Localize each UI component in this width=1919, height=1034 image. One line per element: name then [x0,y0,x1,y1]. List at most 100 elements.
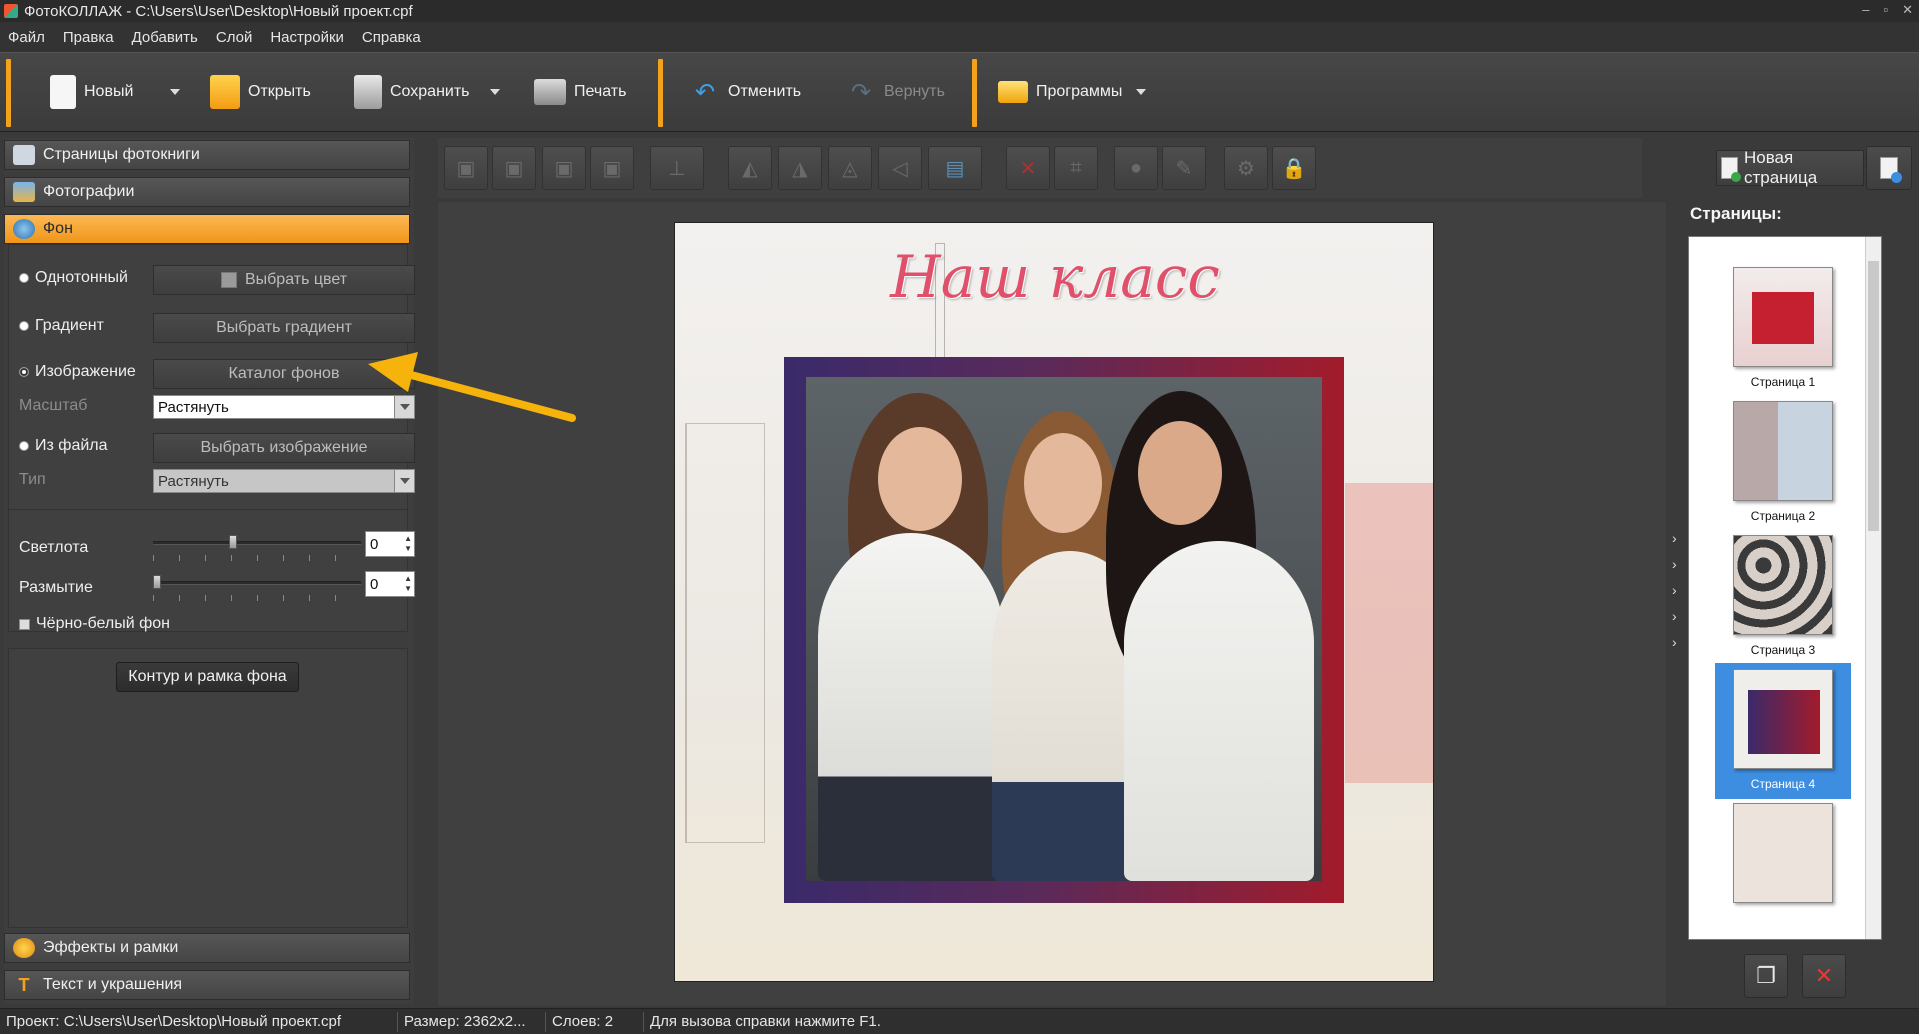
duplicate-page-button[interactable]: ❐ [1744,954,1788,998]
delete-page-button[interactable]: ✕ [1802,954,1846,998]
from-file-radio[interactable] [19,441,29,451]
chevron-down-icon[interactable] [394,470,414,492]
brightness-slider[interactable] [153,541,361,545]
choose-image-button[interactable]: Выбрать изображение [153,433,415,463]
open-button-label: Открыть [248,83,311,100]
save-button[interactable]: Сохранить [354,67,470,117]
photo-frame[interactable] [784,357,1344,903]
lock-icon[interactable]: 🔒 [1272,146,1316,190]
pages-list[interactable]: Страница 1 Страница 2 Страница 3 Страниц… [1688,236,1882,940]
menu-layer[interactable]: Слой [216,29,252,46]
person-left [818,533,1004,881]
new-dropdown-arrow[interactable] [170,89,180,95]
scale-select[interactable]: Растянуть [153,395,415,419]
new-page-button[interactable]: Новая страница [1716,148,1864,187]
solid-option[interactable]: Однотонный [19,269,128,287]
page-label: Страница 4 [1750,777,1816,791]
page-thumbnail-2[interactable]: Страница 2 [1715,395,1851,531]
scrollbar-thumb[interactable] [1868,261,1879,531]
chevron-right-icon[interactable]: › [1672,530,1677,546]
page-settings-icon [1880,157,1902,183]
chevron-right-icon[interactable]: › [1672,556,1677,572]
settings-gear-icon[interactable]: ⚙ [1224,146,1268,190]
spin-arrows-icon[interactable]: ▲ ▼ [404,574,412,594]
contour-frame-button[interactable]: Контур и рамка фона [116,662,299,692]
crop-icon[interactable]: ⌗ [1054,146,1098,190]
choose-color-button[interactable]: Выбрать цвет [153,265,415,295]
print-button[interactable]: Печать [534,67,626,117]
page-title-text[interactable]: Наш класс [675,243,1433,311]
minimize-icon[interactable]: – [1862,2,1869,18]
collage-page[interactable]: Наш класс [674,222,1434,982]
section-photos[interactable]: Фотографии [4,177,410,207]
blur-spinbox[interactable]: 0 ▲ ▼ [365,571,415,597]
page-settings-button[interactable] [1866,146,1912,190]
redo-button[interactable]: ↷ Вернуть [846,67,945,117]
close-icon[interactable]: ✕ [1902,2,1913,18]
type-select[interactable]: Растянуть [153,469,415,493]
page-thumbnail-5[interactable] [1715,797,1851,933]
image-option[interactable]: Изображение [19,363,136,381]
send-backward-icon[interactable]: ▣ [542,146,586,190]
background-image-icon[interactable]: ▤ [928,146,982,190]
pages-scrollbar[interactable] [1865,237,1881,939]
spin-arrows-icon[interactable]: ▲ ▼ [404,534,412,554]
color-palette-icon[interactable]: ● [1114,146,1158,190]
choose-gradient-button[interactable]: Выбрать градиент [153,313,415,343]
menu-edit[interactable]: Правка [63,29,114,46]
open-button[interactable]: Открыть [210,67,311,117]
gradient-radio[interactable] [19,321,29,331]
page-thumbnail-3[interactable]: Страница 3 [1715,529,1851,665]
solid-label: Однотонный [35,269,128,286]
app-icon [4,4,18,18]
background-catalog-button[interactable]: Каталог фонов [153,359,415,389]
section-text[interactable]: T Текст и украшения [4,970,410,1000]
chevron-right-icon[interactable]: › [1672,582,1677,598]
from-file-option[interactable]: Из файла [19,437,108,455]
undo-button[interactable]: ↶ Отменить [690,67,801,117]
brightness-spinbox[interactable]: 0 ▲ ▼ [365,531,415,557]
page-thumbnail-1[interactable]: Страница 1 [1715,261,1851,397]
flip-horizontal-icon[interactable]: ◬ [828,146,872,190]
chevron-right-icon[interactable]: › [1672,634,1677,650]
menu-add[interactable]: Добавить [132,29,198,46]
menu-help[interactable]: Справка [362,29,421,46]
blur-slider-handle[interactable] [153,575,161,589]
rotate-right-icon[interactable]: ◮ [778,146,822,190]
chevron-down-icon[interactable] [394,396,414,418]
delete-icon[interactable]: ✕ [1006,146,1050,190]
image-radio[interactable] [19,367,29,377]
align-icon[interactable]: ⊥ [650,146,704,190]
brightness-slider-handle[interactable] [229,535,237,549]
save-dropdown-arrow[interactable] [490,89,500,95]
panel-collapse-chevrons[interactable]: › › › › › [1672,530,1677,650]
bw-checkbox[interactable] [19,618,30,630]
choose-color-label: Выбрать цвет [244,271,348,288]
section-background[interactable]: Фон [4,214,410,244]
programs-dropdown-arrow[interactable] [1136,89,1146,95]
gradient-option[interactable]: Градиент [19,317,104,335]
new-button[interactable]: Новый [50,67,133,117]
maximize-icon[interactable]: ▫ [1883,2,1888,18]
chevron-right-icon[interactable]: › [1672,608,1677,624]
menu-file[interactable]: Файл [8,29,45,46]
solid-radio[interactable] [19,273,29,283]
blur-slider[interactable] [153,581,361,585]
new-document-icon [50,75,76,109]
send-to-back-icon[interactable]: ▣ [590,146,634,190]
bring-to-front-icon[interactable]: ▣ [444,146,488,190]
flip-vertical-icon[interactable]: ◁ [878,146,922,190]
rotate-left-icon[interactable]: ◭ [728,146,772,190]
brush-icon[interactable]: ✎ [1162,146,1206,190]
programs-button[interactable]: Программы [998,67,1122,117]
status-bar: Проект: C:\Users\User\Desktop\Новый прое… [0,1008,1919,1034]
page-label: Страница 2 [1750,509,1816,523]
section-text-label: Текст и украшения [43,976,183,993]
bring-forward-icon[interactable]: ▣ [492,146,536,190]
menu-settings[interactable]: Настройки [270,29,344,46]
page-thumbnail-4[interactable]: Страница 4 [1715,663,1851,799]
bw-background-option[interactable]: Чёрно-белый фон [19,615,170,633]
section-effects[interactable]: Эффекты и рамки [4,933,410,963]
section-pages[interactable]: Страницы фотокниги [4,140,410,170]
status-layers: Слоев: 2 [546,1011,644,1032]
